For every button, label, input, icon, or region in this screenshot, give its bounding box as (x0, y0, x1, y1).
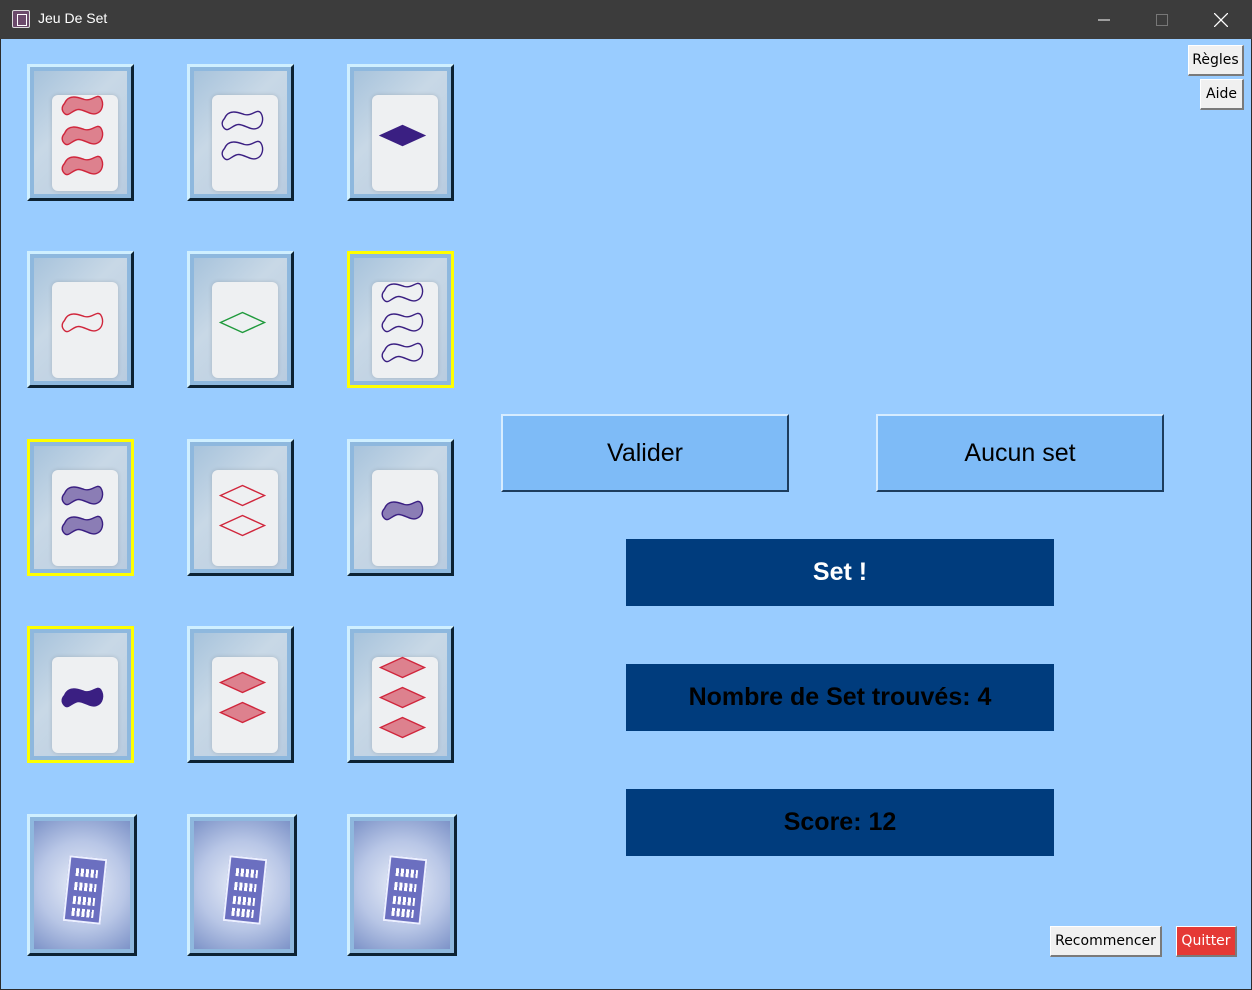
back-stripe (75, 867, 99, 879)
card-face (194, 633, 287, 756)
card-face (194, 446, 287, 569)
set-card[interactable] (187, 251, 294, 388)
diamond-symbol (378, 656, 427, 679)
card-back[interactable] (347, 814, 457, 956)
close-button[interactable] (1192, 0, 1250, 39)
app-icon (12, 10, 30, 28)
card-face (354, 71, 447, 194)
card-face (194, 821, 290, 949)
squiggle-symbol (61, 95, 104, 116)
set-card[interactable] (347, 626, 454, 763)
set-card[interactable] (347, 251, 454, 388)
set-message: Set ! (626, 539, 1054, 606)
card-face (354, 446, 447, 569)
rules-button[interactable]: Règles (1188, 45, 1244, 76)
set-card[interactable] (187, 626, 294, 763)
squiggle-symbol (221, 110, 264, 131)
card-back[interactable] (27, 814, 137, 956)
diamond-symbol (378, 686, 427, 709)
back-stripe (391, 907, 414, 919)
card-symbols (61, 687, 104, 708)
card-face (34, 446, 127, 569)
card-symbols (218, 671, 267, 724)
diamond-symbol (218, 671, 267, 694)
game-area: Règles Aide Valider Aucun set Set ! Nomb… (1, 39, 1251, 989)
squiggle-symbol (381, 342, 424, 363)
card-back-pattern (62, 855, 108, 925)
set-card[interactable] (347, 64, 454, 201)
card-face (34, 633, 127, 756)
back-stripe (233, 881, 257, 893)
back-stripe (395, 867, 419, 879)
squiggle-symbol (61, 515, 104, 536)
card-face (354, 633, 447, 756)
quit-button[interactable]: Quitter (1176, 926, 1237, 957)
back-stripe (72, 895, 96, 907)
card-back-pattern (222, 855, 268, 925)
diamond-symbol (218, 311, 267, 334)
card-back-pattern (382, 855, 428, 925)
restart-button[interactable]: Recommencer (1050, 926, 1162, 957)
card-symbols (218, 311, 267, 334)
title-bar: Jeu De Set (0, 0, 1252, 39)
maximize-icon (1156, 13, 1168, 26)
card-symbols (221, 110, 264, 161)
card-face (354, 821, 450, 949)
set-card[interactable] (27, 64, 134, 201)
diamond-symbol (218, 484, 267, 507)
card-symbols (381, 282, 424, 363)
back-stripe (392, 895, 416, 907)
score-display: Score: 12 (626, 789, 1054, 856)
card-face (34, 258, 127, 381)
squiggle-symbol (61, 687, 104, 708)
squiggle-symbol (381, 500, 424, 521)
squiggle-symbol (381, 282, 424, 303)
diamond-symbol (378, 124, 427, 147)
card-symbols (61, 95, 104, 176)
minimize-button[interactable] (1075, 0, 1133, 39)
back-stripe (393, 881, 417, 893)
minimize-icon (1098, 19, 1110, 20)
squiggle-symbol (381, 312, 424, 333)
card-symbols (61, 485, 104, 536)
card-symbols (378, 656, 427, 739)
diamond-symbol (218, 514, 267, 537)
back-stripe (232, 895, 256, 907)
squiggle-symbol (61, 125, 104, 146)
card-face (194, 258, 287, 381)
card-face (194, 71, 287, 194)
close-icon (1214, 12, 1228, 27)
set-card[interactable] (27, 439, 134, 576)
sets-found-counter: Nombre de Set trouvés: 4 (626, 664, 1054, 731)
help-button[interactable]: Aide (1200, 79, 1244, 110)
back-stripe (73, 881, 97, 893)
maximize-button[interactable] (1133, 0, 1191, 39)
squiggle-symbol (221, 140, 264, 161)
card-symbols (61, 312, 104, 333)
back-stripe (231, 907, 254, 919)
squiggle-symbol (61, 155, 104, 176)
validate-button[interactable]: Valider (501, 414, 789, 492)
card-face (354, 258, 447, 381)
card-symbols (378, 124, 427, 147)
set-card[interactable] (27, 626, 134, 763)
squiggle-symbol (61, 485, 104, 506)
no-set-button[interactable]: Aucun set (876, 414, 1164, 492)
set-card[interactable] (27, 251, 134, 388)
diamond-symbol (218, 701, 267, 724)
card-symbols (381, 500, 424, 521)
squiggle-symbol (61, 312, 104, 333)
set-card[interactable] (347, 439, 454, 576)
card-face (34, 821, 130, 949)
set-card[interactable] (187, 64, 294, 201)
diamond-symbol (378, 716, 427, 739)
back-stripe (235, 867, 259, 879)
card-back[interactable] (187, 814, 297, 956)
set-card[interactable] (187, 439, 294, 576)
card-symbols (218, 484, 267, 537)
back-stripe (71, 907, 94, 919)
card-face (34, 71, 127, 194)
window-title: Jeu De Set (38, 10, 108, 26)
